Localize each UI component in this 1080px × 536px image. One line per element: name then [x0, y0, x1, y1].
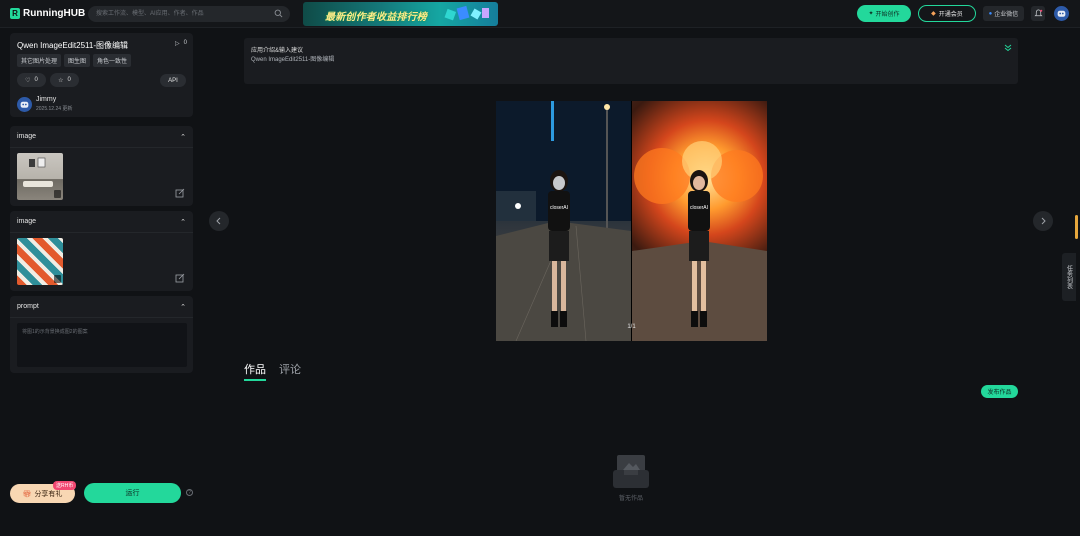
author-block[interactable]: Jimmy 2025.12.24 更新	[17, 96, 72, 112]
divider	[10, 147, 193, 148]
star-icon: ☆	[58, 77, 64, 84]
open-membership-button[interactable]: ◆ 开通会员	[918, 5, 976, 22]
run-count-value: 0	[183, 40, 187, 46]
author-name[interactable]: Jimmy	[36, 96, 72, 103]
author-avatar[interactable]	[17, 96, 32, 112]
app-intro-panel: 应用介绍&输入建议 Qwen ImageEdit2511-图像编辑	[244, 38, 1018, 84]
svg-text:closerAI: closerAI	[550, 205, 568, 211]
reaction-bar: ♡ 0 ☆ 0	[17, 73, 79, 87]
tag[interactable]: 其它图片处理	[17, 54, 62, 67]
help-icon[interactable]: ?	[186, 489, 193, 496]
after-image: closerAI	[632, 101, 767, 341]
heart-icon: ♡	[25, 77, 31, 84]
search-icon[interactable]	[274, 9, 283, 18]
search-input[interactable]: 搜索工作流、模型、AI应用、作者、作品	[88, 6, 290, 22]
api-button[interactable]: API	[160, 74, 186, 87]
bell-icon	[1033, 9, 1043, 17]
scroll-indicator[interactable]	[1075, 215, 1078, 239]
enterprise-label: 企业微信	[994, 12, 1019, 18]
play-icon: ▷	[175, 41, 180, 47]
logo-mark: R	[10, 8, 20, 19]
image-pager: 1/1	[627, 324, 636, 330]
notification-button[interactable]	[1031, 6, 1045, 21]
promo-banner[interactable]: 最新创作者收益排行榜	[303, 2, 498, 26]
trophy-cubes-icon	[444, 5, 489, 21]
robot-avatar-icon	[20, 101, 29, 108]
diamond-icon: ◆	[931, 11, 936, 17]
magic-wand-icon: ✦	[868, 11, 874, 17]
favorite-button[interactable]: ☆ 0	[50, 73, 79, 87]
logo-text: RunningHUB	[23, 8, 86, 19]
update-date: 2025.12.24 更新	[36, 106, 73, 112]
banner-text: 最新创作者收益排行榜	[325, 12, 427, 23]
robot-avatar-icon	[1057, 10, 1066, 17]
prompt-input-panel: prompt ⌃ 将图1的示背景换成图2的图案	[10, 296, 193, 373]
prompt-textarea[interactable]: 将图1的示背景换成图2的图案	[17, 323, 187, 367]
trash-icon[interactable]	[54, 275, 61, 283]
image-input-2: image ⌃	[10, 211, 193, 291]
divider	[10, 317, 193, 318]
chevron-up-icon[interactable]: ⌃	[180, 133, 186, 141]
membership-label: 开通会员	[938, 12, 963, 18]
trash-icon[interactable]	[54, 190, 61, 198]
publish-work-button[interactable]: 发布作品	[981, 385, 1018, 398]
section-header[interactable]: image ⌃	[17, 133, 186, 141]
tab-comments[interactable]: 评论	[279, 361, 301, 381]
section-header[interactable]: prompt ⌃	[17, 303, 186, 311]
empty-inbox-icon	[613, 455, 649, 488]
image-thumbnail[interactable]	[17, 153, 63, 200]
tag-list: 其它图片处理 图生图 角色一致性	[17, 54, 132, 67]
tag[interactable]: 角色一致性	[93, 54, 132, 67]
share-label: 分享有礼	[34, 490, 63, 498]
start-create-button[interactable]: ✦ 开始创作	[857, 5, 911, 22]
image-input-1: image ⌃	[10, 126, 193, 206]
app-info-panel: Qwen ImageEdit2511-图像编辑 ▷ 0 其它图片处理 图生图 角…	[10, 33, 193, 117]
enterprise-wechat-button[interactable]: ● 企业微信	[983, 6, 1024, 21]
section-header[interactable]: image ⌃	[17, 218, 186, 226]
image-thumbnail[interactable]	[17, 238, 63, 285]
tab-works[interactable]: 作品	[244, 361, 266, 381]
person-figure: closerAI	[548, 170, 570, 327]
tag[interactable]: 图生图	[64, 54, 91, 67]
run-button[interactable]: 运行	[84, 483, 181, 503]
previous-button[interactable]	[209, 211, 229, 231]
start-create-label: 开始创作	[875, 12, 900, 18]
intro-subtitle: Qwen ImageEdit2511-图像编辑	[251, 57, 335, 63]
search-placeholder: 搜索工作流、模型、AI应用、作者、作品	[96, 11, 204, 17]
upload-edit-icon[interactable]	[175, 188, 185, 198]
section-label: prompt	[17, 303, 39, 310]
gift-icon: 🎁︎	[22, 490, 32, 498]
run-count: ▷ 0	[175, 40, 187, 47]
content-tabs: 作品 评论	[244, 361, 301, 381]
app-title: Qwen ImageEdit2511-图像编辑	[17, 41, 129, 50]
person-figure: closerAI	[688, 170, 710, 327]
logo[interactable]: R RunningHUB	[10, 8, 85, 19]
favorite-count: 0	[67, 77, 71, 83]
like-count: 0	[34, 77, 38, 83]
chevron-left-icon	[216, 217, 221, 225]
chevron-up-icon[interactable]: ⌃	[180, 303, 186, 311]
user-avatar[interactable]	[1054, 6, 1069, 21]
intro-title: 应用介绍&输入建议	[251, 48, 304, 54]
empty-state-text: 暂无作品	[618, 496, 643, 502]
result-image-viewer[interactable]: closerAI closerAI 1/1	[496, 101, 767, 341]
svg-text:closerAI: closerAI	[690, 205, 708, 211]
section-label: image	[17, 133, 37, 140]
like-button[interactable]: ♡ 0	[17, 73, 46, 87]
task-list-tab[interactable]: 任务列表	[1062, 253, 1076, 301]
wechat-icon: ●	[988, 10, 993, 17]
top-bar: R RunningHUB 搜索工作流、模型、AI应用、作者、作品 最新创作者收益…	[0, 0, 1080, 28]
chevron-double-down-icon[interactable]	[1004, 44, 1012, 52]
chevron-up-icon[interactable]: ⌃	[180, 218, 186, 226]
divider	[10, 232, 193, 233]
chevron-right-icon	[1041, 217, 1046, 225]
next-button[interactable]	[1033, 211, 1053, 231]
before-image: closerAI	[496, 101, 631, 341]
upload-edit-icon[interactable]	[175, 273, 185, 283]
section-label: image	[17, 218, 37, 225]
share-badge: 送RH币	[53, 481, 77, 490]
